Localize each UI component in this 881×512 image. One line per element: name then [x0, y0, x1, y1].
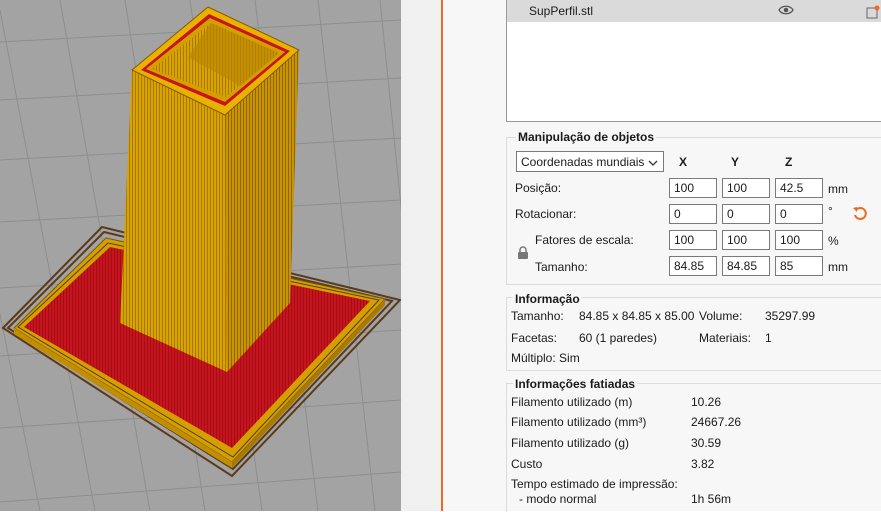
print-mode-label: - modo normal: [519, 492, 597, 506]
rotation-unit: °: [828, 204, 833, 218]
axis-x-header: X: [679, 155, 688, 169]
info-facets-value: 60 (1 paredes): [579, 331, 658, 345]
info-title: Informação: [513, 292, 582, 306]
info-volume-value: 35297.99: [765, 309, 816, 323]
rotation-label: Rotacionar:: [515, 207, 577, 221]
size-z-input[interactable]: 85: [775, 256, 823, 276]
info-materials-label: Materiais:: [699, 331, 752, 345]
size-y-input[interactable]: 84.85: [722, 256, 770, 276]
position-label: Posição:: [515, 181, 562, 195]
lock-icon[interactable]: [516, 246, 530, 263]
info-size-label: Tamanho:: [511, 309, 564, 323]
reset-rotation-icon[interactable]: [852, 205, 868, 224]
sliced-row-value: 10.26: [691, 395, 722, 409]
info-size-value: 84.85 x 84.85 x 85.00: [579, 309, 695, 323]
axis-y-header: Y: [731, 155, 740, 169]
sliced-row-label: Filamento utilizado (m): [511, 395, 633, 409]
coordinates-select-value: Coordenadas mundiais: [521, 155, 645, 169]
rotation-z-input[interactable]: 0: [775, 204, 823, 224]
position-z-input[interactable]: 42.5: [775, 178, 823, 198]
chevron-down-icon: [648, 156, 658, 170]
object-list-row[interactable]: SupPerfil.stl: [507, 0, 881, 22]
sliced-info-title: Informações fatiadas: [513, 377, 638, 391]
model-render: [0, 0, 401, 511]
viewport-sidebar-gap: [401, 0, 441, 511]
object-name: SupPerfil.stl: [529, 4, 594, 18]
info-multiple: Múltiplo: Sim: [511, 351, 580, 365]
info-materials-value: 1: [765, 331, 772, 345]
scale-x-input[interactable]: 100: [669, 230, 717, 250]
print-mode-value: 1h 56m: [691, 492, 732, 506]
sliced-row-value: 3.82: [691, 457, 715, 471]
edit-icon[interactable]: [866, 5, 880, 22]
axis-z-header: Z: [785, 155, 793, 169]
scale-label: Fatores de escala:: [535, 233, 634, 247]
eye-icon[interactable]: [778, 4, 794, 19]
rotation-x-input[interactable]: 0: [669, 204, 717, 224]
scale-unit: %: [828, 234, 839, 248]
size-unit: mm: [828, 260, 848, 274]
position-x-input[interactable]: 100: [669, 178, 717, 198]
right-sidebar: SupPerfil.stl Manipulação de objetos Coo…: [443, 0, 881, 512]
sliced-row-label: Filamento utilizado (mm³): [511, 415, 647, 429]
size-label: Tamanho:: [535, 260, 588, 274]
rotation-y-input[interactable]: 0: [722, 204, 770, 224]
scale-z-input[interactable]: 100: [775, 230, 823, 250]
sliced-row-label: Filamento utilizado (g): [511, 436, 630, 450]
sliced-row-label: Custo: [511, 457, 543, 471]
manipulation-title: Manipulação de objetos: [516, 130, 657, 144]
size-x-input[interactable]: 84.85: [669, 256, 717, 276]
position-unit: mm: [828, 182, 848, 196]
info-volume-label: Volume:: [699, 309, 743, 323]
info-facets-label: Facetas:: [511, 331, 558, 345]
coordinates-select[interactable]: Coordenadas mundiais: [516, 151, 664, 172]
scale-y-input[interactable]: 100: [722, 230, 770, 250]
sliced-row-value: 30.59: [691, 436, 722, 450]
object-list[interactable]: SupPerfil.stl: [506, 0, 881, 122]
sliced-row-value: 24667.26: [691, 415, 742, 429]
print-time-label: Tempo estimado de impressão:: [511, 477, 678, 491]
position-y-input[interactable]: 100: [722, 178, 770, 198]
3d-viewport[interactable]: [0, 0, 401, 511]
